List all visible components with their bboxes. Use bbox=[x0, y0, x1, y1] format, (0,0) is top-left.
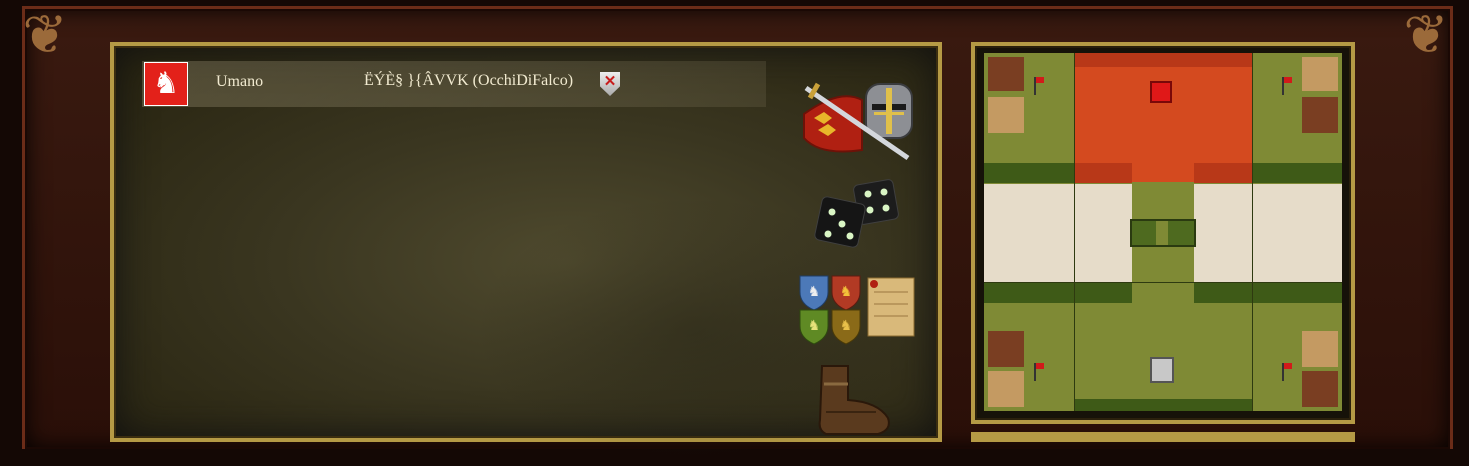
road bbox=[984, 184, 1132, 282]
corner-ornament-icon: ❦ bbox=[22, 5, 68, 65]
player-row[interactable]: ♞ Umano ËÝÈ§ }{ÂVVK (OcchiDiFalco) ✕ bbox=[142, 61, 766, 107]
center-flag-icon bbox=[1156, 221, 1168, 245]
player-territory-edge bbox=[1194, 163, 1252, 183]
svg-text:♞: ♞ bbox=[808, 285, 821, 300]
kick-player-icon[interactable]: ✕ bbox=[600, 72, 620, 96]
neutral-castle-icon bbox=[1150, 357, 1174, 383]
dark-field bbox=[1074, 399, 1252, 411]
castle-icon bbox=[1150, 81, 1172, 103]
svg-text:♞: ♞ bbox=[840, 285, 853, 300]
resource-tile bbox=[1302, 97, 1338, 133]
sword-helmet-icon[interactable] bbox=[800, 78, 914, 162]
player-name-label: ËÝÈ§ }{ÂVVK (OcchiDiFalco) bbox=[364, 72, 574, 89]
resource-tile bbox=[988, 331, 1024, 367]
resource-tile bbox=[1302, 57, 1338, 91]
scroll-icon bbox=[867, 277, 915, 337]
start-flag-icon bbox=[1282, 77, 1292, 95]
road bbox=[1194, 184, 1342, 282]
dark-field bbox=[984, 163, 1074, 183]
resource-tile bbox=[988, 371, 1024, 407]
lion-rampant-icon[interactable]: ♞ bbox=[144, 62, 188, 106]
player-type-label: Umano bbox=[216, 73, 264, 90]
boot-icon[interactable] bbox=[812, 364, 894, 444]
svg-text:♞: ♞ bbox=[840, 319, 853, 334]
start-flag-icon bbox=[1034, 77, 1044, 95]
dice-icon[interactable] bbox=[810, 178, 904, 252]
corner-ornament-icon: ❦ bbox=[1403, 5, 1449, 65]
team-shields-icon[interactable]: ♞ ♞ ♞ ♞ bbox=[798, 274, 922, 346]
start-flag-icon bbox=[1282, 363, 1292, 381]
player-territory-edge bbox=[1074, 163, 1132, 183]
start-flag-icon bbox=[1034, 363, 1044, 381]
dark-field bbox=[1252, 163, 1342, 183]
dark-field bbox=[984, 283, 1132, 303]
resource-tile bbox=[988, 97, 1024, 133]
player-territory-edge bbox=[1074, 53, 1252, 67]
svg-text:♞: ♞ bbox=[808, 319, 821, 334]
bottom-panel-edge bbox=[971, 432, 1355, 442]
grid-line bbox=[1074, 53, 1075, 411]
grid-line bbox=[1252, 53, 1253, 411]
resource-tile bbox=[1302, 371, 1338, 407]
dark-field bbox=[1194, 283, 1342, 303]
resource-tile bbox=[1302, 331, 1338, 367]
map-preview[interactable] bbox=[984, 53, 1342, 411]
lobby-players-panel: ♞ Umano ËÝÈ§ }{ÂVVK (OcchiDiFalco) ✕ ♞ ♞… bbox=[110, 42, 942, 466]
grid-line bbox=[984, 282, 1342, 283]
resource-tile bbox=[988, 57, 1024, 91]
